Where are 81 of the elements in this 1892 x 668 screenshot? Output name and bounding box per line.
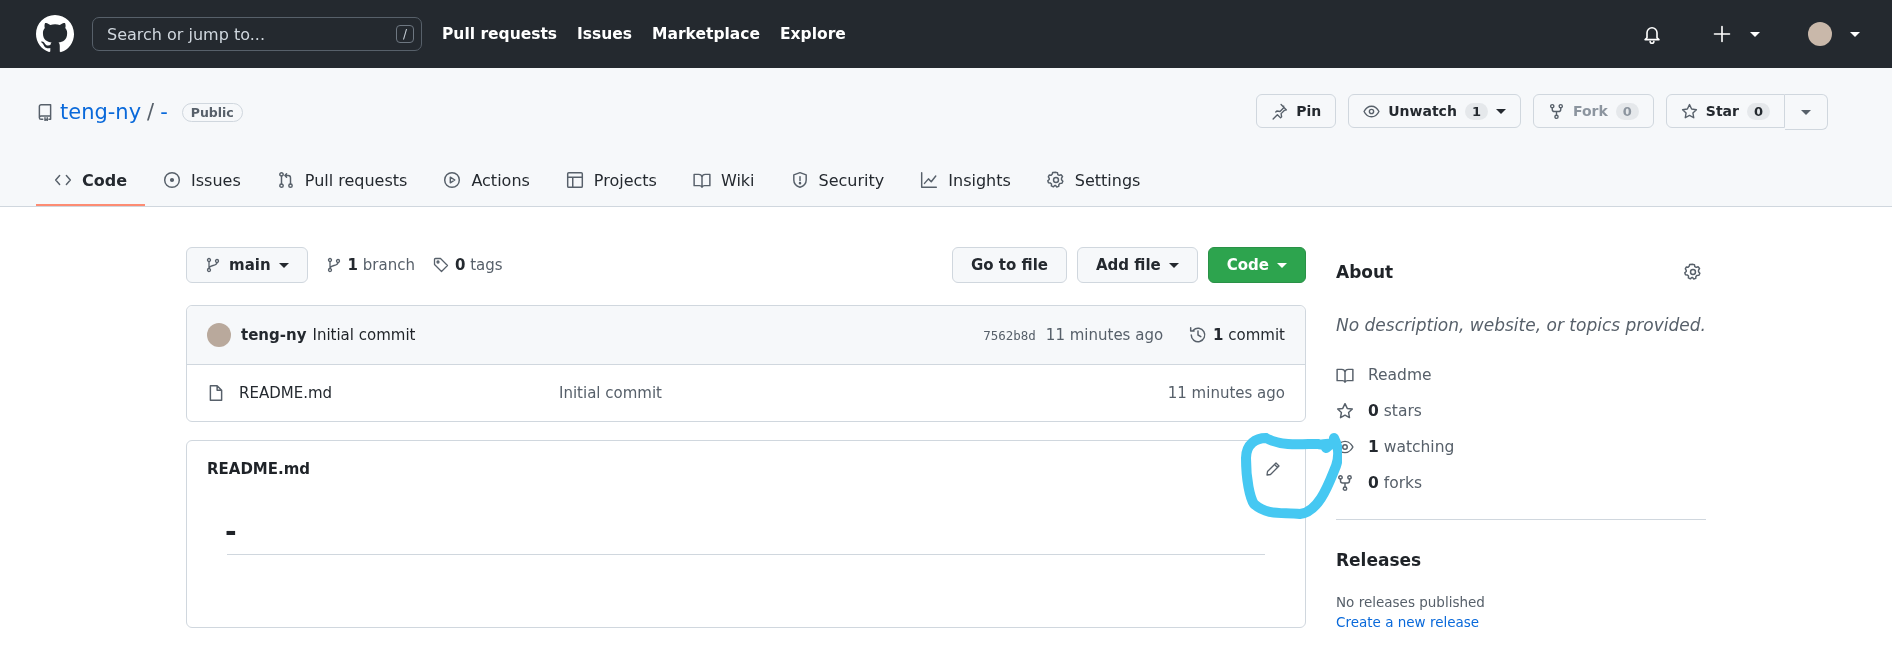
file-name-link[interactable]: README.md — [239, 384, 559, 402]
bell-icon — [1642, 24, 1662, 44]
tag-icon — [432, 257, 449, 273]
shield-icon — [790, 171, 809, 189]
commit-message[interactable]: Initial commit — [312, 326, 416, 344]
owner-link[interactable]: teng-ny — [60, 100, 142, 124]
caret-icon — [1495, 108, 1506, 114]
repo-action-button[interactable]: Star 0 — [1665, 94, 1785, 128]
nav-link[interactable]: Issues — [577, 25, 633, 43]
branch-select-button[interactable]: main — [186, 247, 308, 283]
about-link[interactable]: 0 stars — [1368, 402, 1422, 420]
star-icon — [1680, 102, 1698, 120]
plus-icon — [1712, 24, 1732, 44]
gear-icon — [1684, 263, 1702, 281]
play-icon — [443, 171, 462, 189]
count-label: 1 — [1464, 102, 1488, 120]
releases-title: Releases — [1336, 550, 1423, 570]
caret-icon — [1277, 262, 1287, 268]
book-icon — [692, 171, 711, 189]
repo-action-button[interactable]: Unwatch 1 — [1348, 94, 1521, 128]
eye-icon — [1363, 102, 1381, 120]
count-label: 0 — [1615, 102, 1639, 120]
branch-icon — [325, 257, 342, 273]
toolbar-button[interactable]: Go to file — [952, 247, 1067, 283]
repo-name-link[interactable]: - — [160, 100, 168, 124]
about-link[interactable]: Readme — [1368, 366, 1432, 384]
gear-icon — [1046, 171, 1065, 189]
graph-icon — [920, 171, 939, 189]
caret-icon — [1750, 31, 1760, 37]
nav-link[interactable]: Pull requests — [442, 25, 558, 43]
count-label: 0 — [1746, 102, 1770, 120]
pencil-icon — [1265, 461, 1281, 477]
repo-icon — [36, 103, 54, 121]
repo-tab[interactable]: Issues — [145, 156, 259, 206]
file-icon — [207, 384, 225, 402]
repo-tab[interactable]: Pull requests — [258, 156, 426, 206]
about-link[interactable]: 0 forks — [1368, 474, 1423, 492]
repo-tab[interactable]: Projects — [547, 156, 675, 206]
avatar[interactable] — [1808, 22, 1832, 46]
readme-title: README.md — [207, 460, 311, 478]
releases-text: No releases published — [1336, 594, 1486, 610]
star-icon — [1336, 402, 1354, 420]
repo-tab[interactable]: Settings — [1028, 156, 1159, 206]
caret-icon — [1850, 31, 1860, 37]
branch-icon — [205, 257, 221, 273]
star-dropdown-button[interactable] — [1785, 94, 1828, 130]
create-release-link[interactable]: Create a new release — [1336, 614, 1480, 630]
toolbar-button[interactable]: Add file — [1077, 247, 1198, 283]
octocat-logo-icon[interactable] — [36, 15, 74, 53]
nav-link[interactable]: Explore — [780, 25, 846, 43]
branches-link[interactable]: 1 branch — [347, 256, 415, 274]
repo-tab[interactable]: Wiki — [674, 156, 773, 206]
fork-icon — [1547, 102, 1565, 120]
about-link[interactable]: 1 watching — [1368, 438, 1455, 456]
about-title: About — [1336, 262, 1394, 282]
book-icon — [1336, 366, 1354, 384]
tags-link[interactable]: 0 tags — [454, 256, 503, 274]
file-time: 11 minutes ago — [1167, 384, 1285, 402]
repo-tab[interactable]: Security — [772, 156, 903, 206]
nav-link[interactable]: Marketplace — [652, 25, 760, 43]
fork-icon — [1336, 474, 1354, 492]
caret-icon — [1801, 109, 1811, 115]
caret-icon — [278, 262, 289, 268]
caret-icon — [1168, 262, 1179, 268]
table-icon — [565, 171, 584, 189]
repo-tab[interactable]: Actions — [425, 156, 548, 206]
file-commit-message[interactable]: Initial commit — [559, 384, 662, 402]
repo-tab[interactable]: Code — [36, 156, 146, 206]
shortcut-key: / — [395, 25, 414, 43]
commit-time: 11 minutes ago — [1045, 326, 1164, 344]
path-separator: / — [147, 100, 155, 124]
repo-tab[interactable]: Insights — [902, 156, 1029, 206]
author-link[interactable]: teng-ny — [241, 326, 307, 344]
history-icon — [1189, 326, 1208, 344]
circle-dot-icon — [163, 171, 182, 189]
commit-sha[interactable]: 7562b8d — [983, 327, 1036, 343]
commits-link[interactable]: 1 commit — [1213, 326, 1285, 344]
repo-action-button[interactable]: Pin — [1256, 94, 1337, 128]
about-description: No description, website, or topics provided. — [1336, 315, 1706, 335]
pull-request-icon — [276, 171, 295, 189]
readme-heading: - — [225, 515, 238, 550]
